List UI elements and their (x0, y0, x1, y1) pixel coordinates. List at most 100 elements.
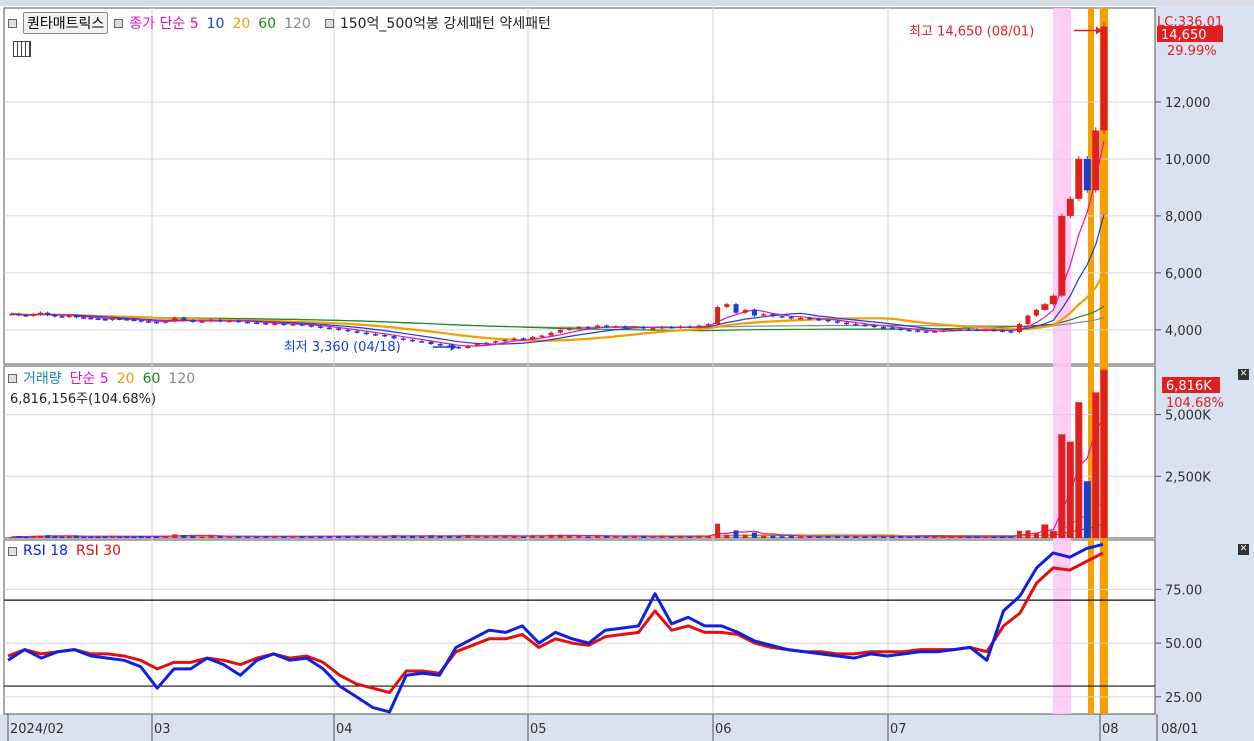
price-tick-label: 12,000 (1165, 96, 1211, 111)
candle-body (585, 326, 591, 329)
volume-close-icon[interactable]: ✕ (1238, 369, 1249, 380)
candle-body (254, 322, 260, 324)
high-annotation: 최고 14,650 (08/01) (909, 25, 1034, 40)
legend-item: 60 (142, 371, 161, 387)
volume-bar (172, 534, 178, 538)
candle-body (419, 341, 425, 343)
volume-bar (585, 536, 591, 538)
candle-body (668, 326, 674, 329)
candle-body (862, 324, 868, 327)
volume-tick-label: 2,500K (1165, 470, 1211, 485)
volume-bar (798, 536, 803, 538)
legend-item: 10 (206, 16, 225, 32)
volume-bar (410, 535, 416, 538)
volume-bar (668, 536, 674, 538)
candle-body (761, 314, 767, 316)
candle-body (834, 321, 840, 323)
candle-body (705, 324, 711, 326)
candle-body (281, 323, 287, 326)
candle-body (604, 325, 610, 328)
candle-body (1016, 324, 1022, 333)
legend-item: 종가 단순 5 (129, 16, 199, 32)
volume-bar (761, 535, 767, 538)
candle-body (966, 329, 972, 331)
volume-bar (1008, 536, 1014, 538)
volume-bar (659, 536, 665, 538)
candle-body (73, 315, 79, 318)
volume-legend-marker-icon (8, 373, 17, 383)
price-tag-value: 14,650 (1161, 28, 1207, 43)
rsi-close-icon[interactable]: ✕ (1238, 544, 1249, 555)
volume-bar (419, 536, 425, 538)
candle-body (889, 327, 895, 330)
volume-bar (715, 523, 721, 538)
volume-bar (16, 536, 22, 538)
candle-body (163, 321, 169, 323)
volume-info: 6,816,156주(104.68%) (10, 392, 157, 407)
candle-body (779, 316, 785, 318)
candle-body (788, 317, 794, 319)
candle-body (539, 335, 545, 338)
candle-body (363, 332, 369, 335)
candle-body (548, 332, 554, 336)
volume-bar (613, 536, 619, 538)
candle-body (1075, 158, 1083, 199)
candle-body (898, 328, 904, 330)
indicator-button[interactable]: 퀀타매트릭스 (23, 12, 109, 34)
candle-body (1066, 198, 1074, 216)
volume-bar (290, 536, 296, 538)
candle-body (145, 321, 151, 323)
candle-body (66, 315, 72, 318)
volume-bar (474, 535, 480, 538)
candle-body (880, 326, 886, 329)
candle-body (37, 312, 43, 315)
volume-tag-value: 6,816K (1166, 379, 1212, 394)
volume-bar (641, 535, 647, 538)
candle-body (308, 325, 314, 327)
candle-body (871, 325, 877, 328)
candle-body (844, 322, 850, 325)
volume-bar (991, 536, 997, 538)
volume-bar (23, 536, 29, 538)
volume-bar (957, 536, 963, 538)
candle-body (317, 326, 323, 328)
candle-body (696, 325, 702, 328)
volume-bar (208, 535, 214, 538)
volume-bar (263, 536, 269, 538)
candle-body (437, 344, 443, 346)
volume-bar (354, 535, 360, 538)
volume-bar (88, 536, 94, 538)
pattern-legend: 150억_500억봉 강세패턴 약세패턴 (339, 16, 551, 32)
x-tick-label: 07 (890, 722, 907, 737)
volume-bar (465, 535, 471, 538)
rsi-tick-label: 50.00 (1165, 637, 1202, 652)
volume-bar (217, 535, 223, 538)
volume-bar (733, 530, 739, 538)
candle-body (226, 320, 232, 323)
ma-legend-marker-icon (114, 18, 124, 28)
volume-bar (52, 536, 58, 538)
volume-bar (483, 535, 489, 538)
candle-body (16, 313, 22, 316)
candle-body (1049, 295, 1057, 305)
highlight-band-orange (1088, 8, 1094, 714)
candle-body (373, 334, 379, 336)
candle-body (336, 328, 342, 330)
candle-body (52, 315, 58, 317)
candle-body (30, 314, 36, 316)
candle-body (326, 327, 332, 330)
candle-body (208, 319, 214, 322)
grid-icon[interactable] (13, 41, 31, 57)
volume-bar (940, 536, 946, 538)
volume-bar (400, 535, 406, 538)
price-legend: 퀀타매트릭스 종가 단순 5 10 20 60 120 150억_500억봉 강세패턴 … (8, 12, 551, 34)
candle-body (199, 321, 205, 323)
volume-bar (1058, 434, 1066, 538)
candle-body (263, 322, 269, 325)
candle-body (650, 328, 656, 330)
volume-bar (437, 535, 443, 538)
candle-body (1041, 304, 1049, 310)
candle-body (991, 329, 997, 332)
volume-bar (45, 535, 51, 538)
volume-bar (779, 536, 785, 538)
